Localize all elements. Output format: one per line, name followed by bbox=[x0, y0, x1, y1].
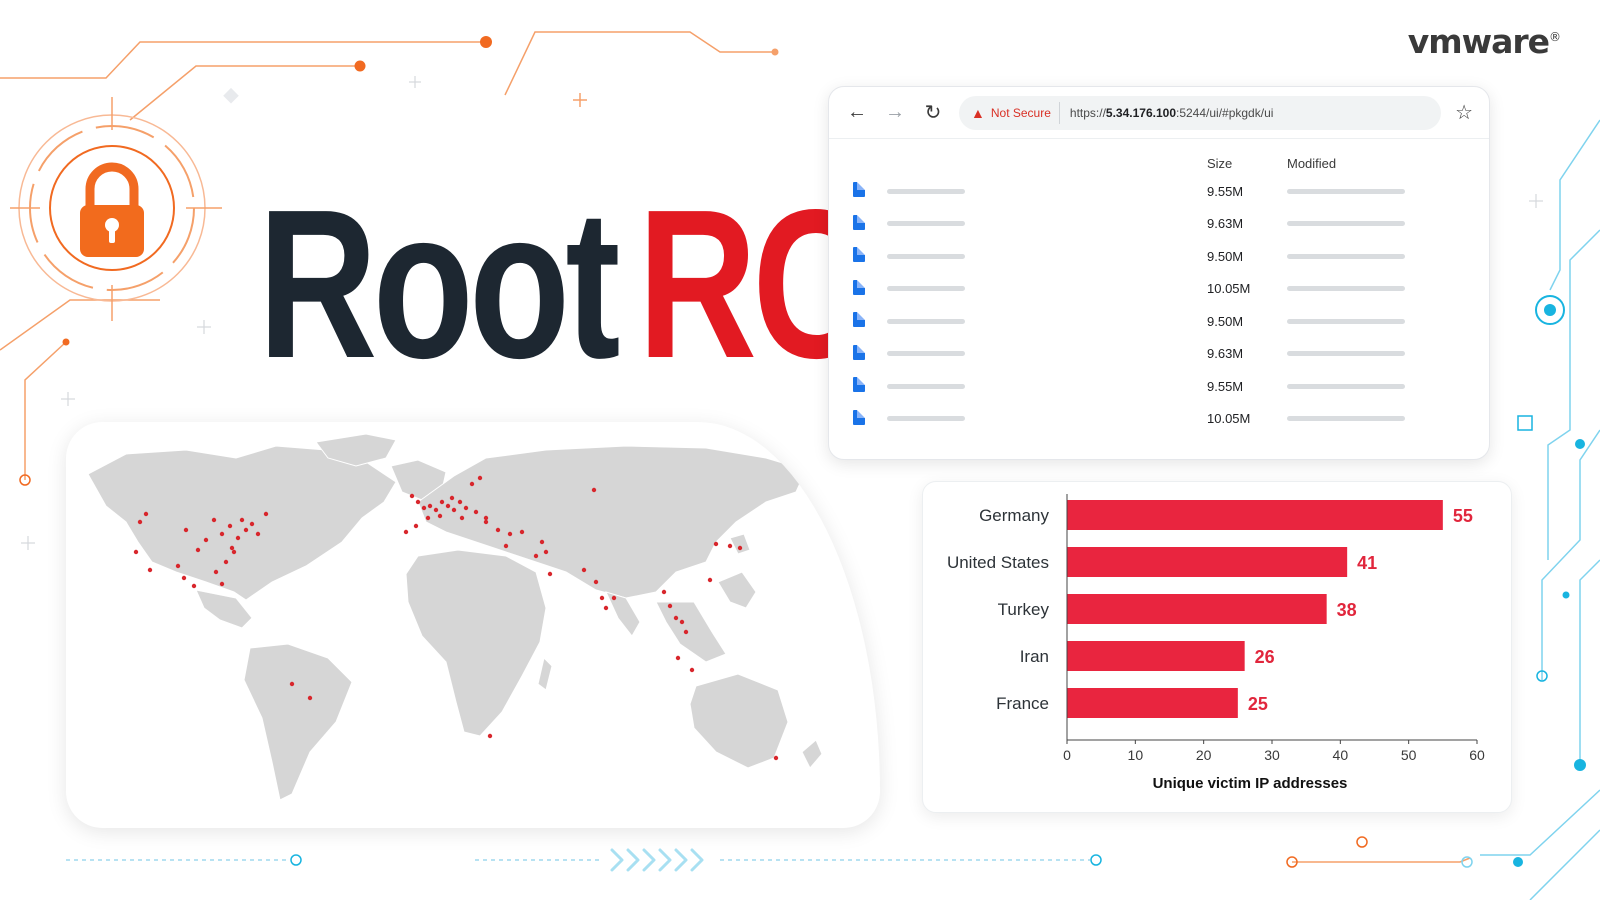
address-bar[interactable]: ▲ Not Secure https://5.34.176.100:5244/u… bbox=[959, 95, 1442, 130]
padlock-icon bbox=[10, 97, 222, 321]
file-size: 10.05M bbox=[1207, 281, 1251, 297]
file-modified-placeholder bbox=[1287, 416, 1405, 422]
x-tick-label: 20 bbox=[1196, 747, 1212, 763]
data-label: 25 bbox=[1248, 694, 1268, 714]
x-tick-label: 50 bbox=[1401, 747, 1417, 763]
warning-triangle-icon: ▲ bbox=[971, 104, 985, 121]
file-icon bbox=[853, 377, 865, 393]
file-name-placeholder bbox=[887, 253, 965, 259]
file-modified-placeholder bbox=[1287, 351, 1405, 357]
x-tick-label: 40 bbox=[1333, 747, 1349, 763]
url-host: 5.34.176.100 bbox=[1105, 105, 1176, 120]
category-label: Turkey bbox=[998, 600, 1050, 619]
arrow-right-icon[interactable]: → bbox=[883, 101, 907, 124]
file-modified-placeholder bbox=[1287, 221, 1405, 227]
bar bbox=[1067, 547, 1348, 577]
bar bbox=[1067, 594, 1327, 624]
column-modified[interactable]: Modified bbox=[1287, 156, 1427, 171]
file-name-placeholder bbox=[887, 416, 965, 422]
file-size: 9.55M bbox=[1207, 378, 1244, 394]
x-tick-label: 10 bbox=[1128, 747, 1144, 763]
bar-chart-card: Germany 55 United States 41 Turkey 38 Iran 26 Fr… bbox=[922, 481, 1512, 813]
file-size: 9.63M bbox=[1207, 346, 1244, 362]
browser-window: ← → ↻ ▲ Not Secure https://5.34.176.100:… bbox=[828, 86, 1490, 460]
file-modified-placeholder bbox=[1287, 253, 1405, 259]
table-row[interactable]: 9.63M bbox=[829, 208, 1489, 241]
url-path: :5244/ui/#pkgdk/ui bbox=[1176, 105, 1274, 120]
file-name-placeholder bbox=[887, 221, 965, 227]
vmware-logo: vmware® bbox=[1407, 22, 1561, 61]
table-row[interactable]: 10.05M bbox=[829, 273, 1489, 306]
table-row[interactable]: 9.50M bbox=[829, 305, 1489, 338]
file-list: Size Modified 9.55M 9.63M 9.50M 10.05M 9.50M… bbox=[829, 139, 1489, 435]
headline-root: Root bbox=[258, 165, 620, 402]
victim-bar-chart: Germany 55 United States 41 Turkey 38 Iran 26 Fr… bbox=[947, 494, 1485, 792]
url-scheme: https:// bbox=[1069, 105, 1106, 120]
file-icon bbox=[853, 344, 865, 360]
file-modified-placeholder bbox=[1287, 188, 1405, 194]
x-tick-label: 30 bbox=[1264, 747, 1280, 763]
table-row[interactable]: 10.05M bbox=[829, 403, 1489, 436]
x-tick-label: 0 bbox=[1063, 747, 1071, 763]
bar bbox=[1067, 500, 1443, 530]
data-label: 26 bbox=[1255, 647, 1275, 667]
file-icon bbox=[853, 312, 865, 328]
file-modified-placeholder bbox=[1287, 286, 1405, 292]
column-size[interactable]: Size bbox=[1207, 156, 1287, 171]
arrow-left-icon[interactable]: ← bbox=[845, 101, 869, 124]
x-axis-title: Unique victim IP addresses bbox=[1153, 775, 1348, 792]
file-size: 9.50M bbox=[1207, 313, 1244, 329]
file-icon bbox=[853, 279, 865, 295]
file-name-placeholder bbox=[887, 188, 965, 194]
table-row[interactable]: 9.50M bbox=[829, 240, 1489, 273]
file-list-header: Size Modified bbox=[829, 151, 1489, 175]
data-label: 55 bbox=[1453, 506, 1473, 526]
file-size: 10.05M bbox=[1207, 411, 1251, 427]
file-name-placeholder bbox=[887, 351, 965, 357]
bar bbox=[1067, 688, 1238, 718]
x-tick-label: 60 bbox=[1469, 747, 1485, 763]
logo-text: vmware bbox=[1407, 22, 1550, 61]
table-row[interactable]: 9.63M bbox=[829, 338, 1489, 371]
file-icon bbox=[853, 182, 865, 198]
browser-toolbar: ← → ↻ ▲ Not Secure https://5.34.176.100:… bbox=[829, 87, 1489, 139]
file-icon bbox=[853, 247, 865, 263]
file-size: 9.63M bbox=[1207, 216, 1244, 232]
category-label: United States bbox=[947, 553, 1049, 572]
registered-mark: ® bbox=[1549, 30, 1561, 44]
data-label: 38 bbox=[1337, 600, 1357, 620]
world-map bbox=[87, 433, 823, 801]
url-text: https://5.34.176.100:5244/ui/#pkgdk/ui bbox=[1070, 106, 1274, 120]
file-name-placeholder bbox=[887, 286, 965, 292]
file-name-placeholder bbox=[887, 383, 965, 389]
lock-emblem bbox=[10, 85, 230, 325]
file-icon bbox=[853, 214, 865, 230]
bar bbox=[1067, 641, 1245, 671]
file-modified-placeholder bbox=[1287, 383, 1405, 389]
file-size: 9.55M bbox=[1207, 183, 1244, 199]
category-label: Germany bbox=[979, 506, 1049, 525]
category-label: France bbox=[996, 694, 1049, 713]
file-modified-placeholder bbox=[1287, 318, 1405, 324]
file-name-placeholder bbox=[887, 318, 965, 324]
reload-icon[interactable]: ↻ bbox=[921, 100, 945, 125]
table-row[interactable]: 9.55M bbox=[829, 175, 1489, 208]
table-row[interactable]: 9.55M bbox=[829, 370, 1489, 403]
security-label: Not Secure bbox=[990, 105, 1051, 120]
data-label: 41 bbox=[1357, 553, 1377, 573]
star-icon[interactable]: ☆ bbox=[1455, 100, 1473, 125]
security-indicator[interactable]: ▲ Not Secure bbox=[971, 101, 1060, 124]
world-map-card bbox=[66, 422, 880, 828]
file-size: 9.50M bbox=[1207, 248, 1244, 264]
category-label: Iran bbox=[1020, 647, 1049, 666]
